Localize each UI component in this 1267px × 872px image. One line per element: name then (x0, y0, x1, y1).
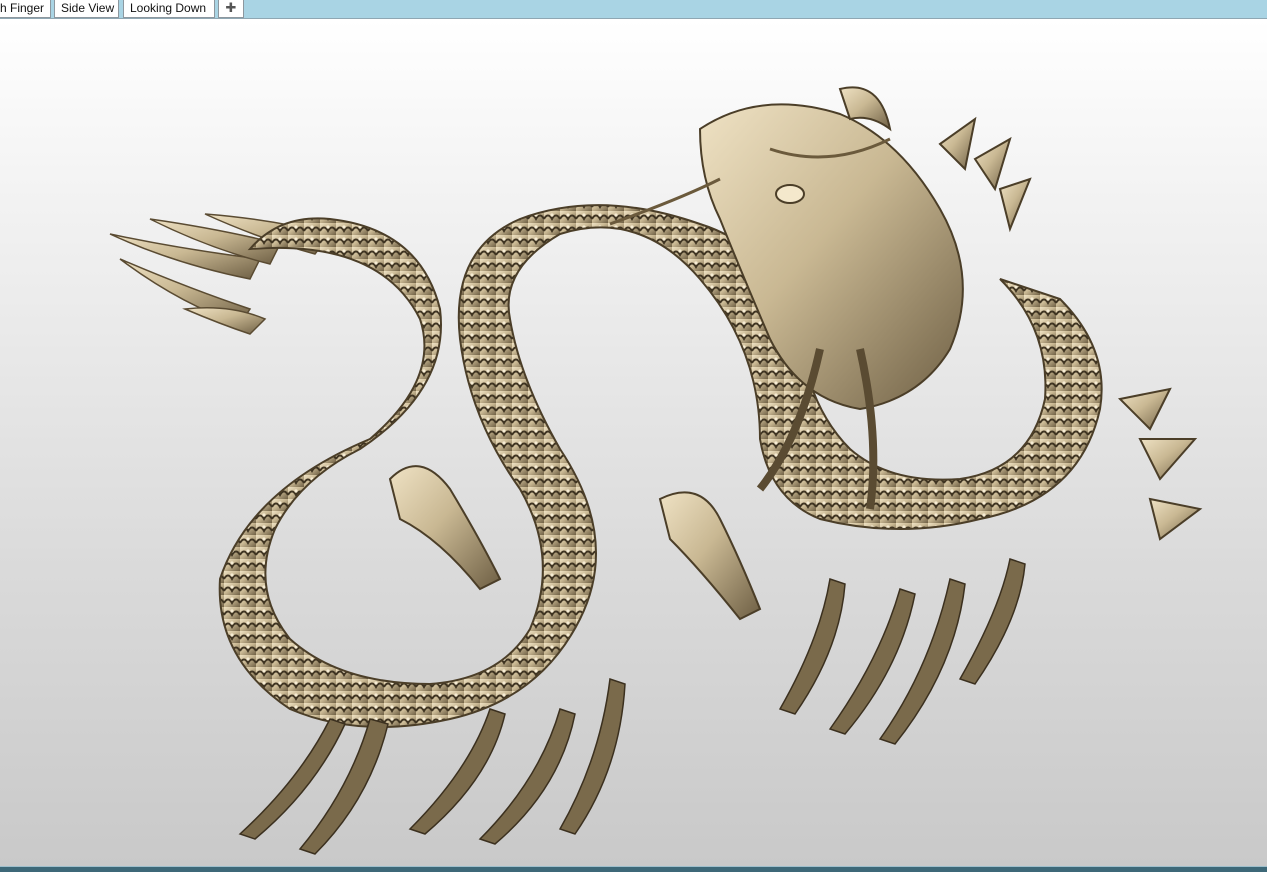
status-strip (0, 866, 1267, 872)
3d-viewport[interactable] (0, 19, 1267, 866)
tab-finger[interactable]: h Finger (0, 0, 51, 18)
dragon-body (218, 204, 1103, 728)
add-tab-button[interactable]: ✚ (218, 0, 244, 18)
tab-looking-down[interactable]: Looking Down (123, 0, 215, 18)
tab-side-view[interactable]: Side View (54, 0, 119, 18)
view-tab-bar: h Finger Side View Looking Down ✚ (0, 0, 1267, 19)
plus-icon: ✚ (225, 0, 237, 15)
dragon-model (109, 86, 1203, 855)
